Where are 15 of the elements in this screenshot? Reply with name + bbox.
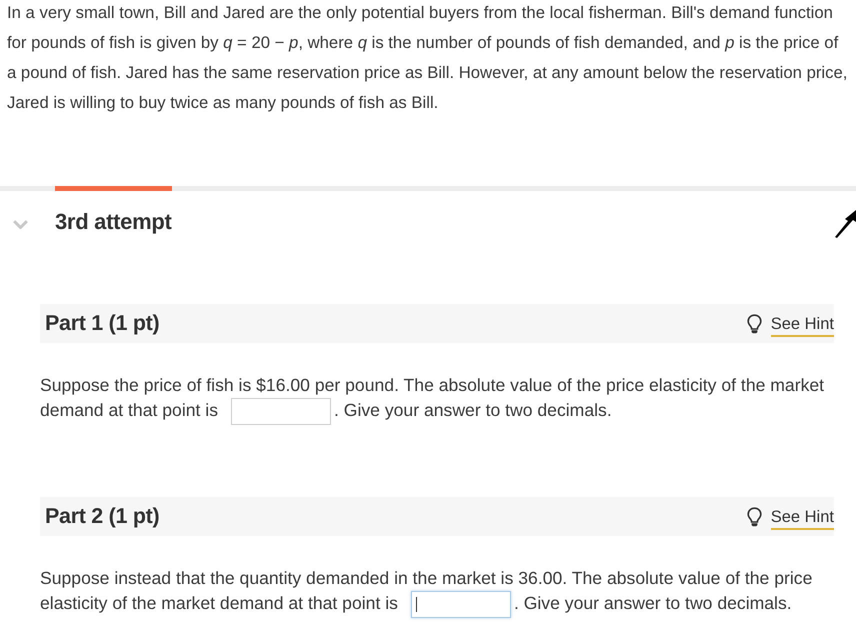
- answer-input[interactable]: [231, 398, 332, 425]
- question-text: Suppose instead that the quantity demanded in the market is 36.00. The absolute value of the price elasticity of the market demand at that point is . Give your answer to two decimals.: [40, 566, 834, 618]
- see-hint-link[interactable]: See Hint: [746, 504, 834, 530]
- attempt-title[interactable]: 3rd attempt: [55, 209, 172, 235]
- part-title: Part 1 (1 pt): [45, 310, 160, 336]
- see-hint-link[interactable]: See Hint: [746, 310, 834, 336]
- text-cursor-icon: [416, 597, 417, 612]
- chevron-down-icon[interactable]: [13, 220, 28, 229]
- problem-text: In a very small town, Bill and Jared are the only potential buyers from the local fisherman. Bill's demand function for pounds of fish is given by q = 20 − p, where q is the number of pounds of fish demanded, and p is the price of a pound of fish. Jared has the same reservation price as Bill. However, at any amount below the reservation price, Jared is willing to buy twice as many pounds of fish as Bill.: [6, 2, 848, 114]
- answer-input[interactable]: [410, 591, 511, 618]
- mouse-pointer-icon: [834, 208, 856, 239]
- lightbulb-icon: [746, 314, 762, 334]
- question-text: Suppose the price of fish is $16.00 per pound. The absolute value of the price elasticity of the market demand at that point is . Give your answer to two decimals.: [40, 373, 834, 425]
- part-title: Part 2 (1 pt): [45, 504, 160, 530]
- lightbulb-icon: [746, 506, 762, 526]
